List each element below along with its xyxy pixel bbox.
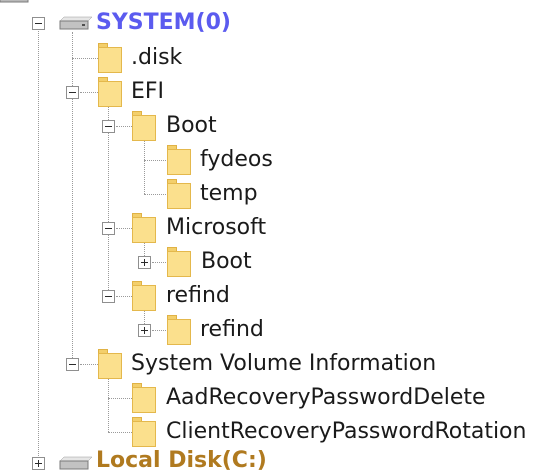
folder-icon — [167, 145, 191, 175]
tree-connector — [72, 32, 73, 366]
folder-icon — [167, 247, 191, 277]
collapse-toggle-microsoft[interactable] — [102, 222, 115, 235]
folder-icon — [132, 213, 156, 243]
tree-item-temp[interactable]: temp — [200, 179, 258, 209]
tree-connector — [144, 194, 166, 195]
tree-connector — [152, 262, 166, 263]
tree-connector — [108, 378, 109, 432]
folder-icon — [98, 77, 122, 107]
minus-box-icon — [69, 364, 76, 365]
hard-drive-icon — [58, 455, 93, 471]
tree-connector — [144, 160, 166, 161]
tree-connector — [116, 126, 132, 127]
hard-drive-icon — [0, 0, 32, 4]
collapse-toggle-efi-boot[interactable] — [102, 120, 115, 133]
tree-connector — [108, 398, 132, 399]
tree-connector — [72, 58, 98, 59]
tree-connector — [116, 296, 132, 297]
folder-icon — [132, 417, 156, 447]
tree-connector — [108, 106, 109, 296]
folder-icon — [98, 43, 122, 73]
folder-icon — [167, 179, 191, 209]
minus-box-icon — [69, 92, 76, 93]
tree-connector — [144, 242, 145, 256]
tree-item-disk[interactable]: .disk — [131, 43, 182, 73]
tree-connector — [108, 432, 132, 433]
tree-connector — [116, 228, 132, 229]
folder-icon — [132, 111, 156, 141]
tree-item-efi-boot[interactable]: Boot — [166, 111, 217, 141]
collapse-toggle-refind[interactable] — [102, 290, 115, 303]
folder-icon — [167, 315, 191, 345]
minus-box-icon — [35, 23, 42, 24]
folder-icon — [132, 281, 156, 311]
minus-box-icon — [105, 126, 112, 127]
tree-item-microsoft[interactable]: Microsoft — [166, 213, 266, 243]
collapse-toggle-system[interactable] — [32, 17, 45, 30]
tree-connector — [80, 364, 98, 365]
tree-connector — [152, 330, 166, 331]
collapse-toggle-svi[interactable] — [66, 358, 79, 371]
tree-item-aad-recovery[interactable]: AadRecoveryPasswordDelete — [166, 383, 486, 413]
tree-item-client-recovery[interactable]: ClientRecoveryPasswordRotation — [166, 417, 526, 447]
tree-item-refind[interactable]: refind — [166, 281, 230, 311]
tree-item-microsoft-boot[interactable]: Boot — [201, 247, 252, 277]
folder-tree: SYSTEM(0) .disk EFI Boot fydeos temp Mic… — [0, 0, 534, 473]
tree-connector — [38, 24, 39, 464]
tree-connector — [80, 92, 98, 93]
tree-connector — [144, 140, 145, 194]
expand-toggle-refind-child[interactable] — [138, 324, 151, 337]
collapse-toggle-efi[interactable] — [66, 86, 79, 99]
tree-root-system[interactable]: SYSTEM(0) — [96, 8, 231, 38]
tree-item-refind-child[interactable]: refind — [200, 315, 264, 345]
tree-item-efi[interactable]: EFI — [131, 77, 164, 107]
tree-item-fydeos[interactable]: fydeos — [200, 145, 273, 175]
tree-connector — [144, 310, 145, 324]
tree-item-system-volume-information[interactable]: System Volume Information — [131, 349, 436, 379]
minus-box-icon — [105, 228, 112, 229]
folder-icon — [98, 349, 122, 379]
expand-toggle-microsoft-boot[interactable] — [138, 256, 151, 269]
hard-drive-icon — [58, 15, 93, 31]
tree-root-local-disk[interactable]: Local Disk(C:) — [96, 446, 267, 476]
minus-box-icon — [105, 296, 112, 297]
folder-icon — [132, 383, 156, 413]
